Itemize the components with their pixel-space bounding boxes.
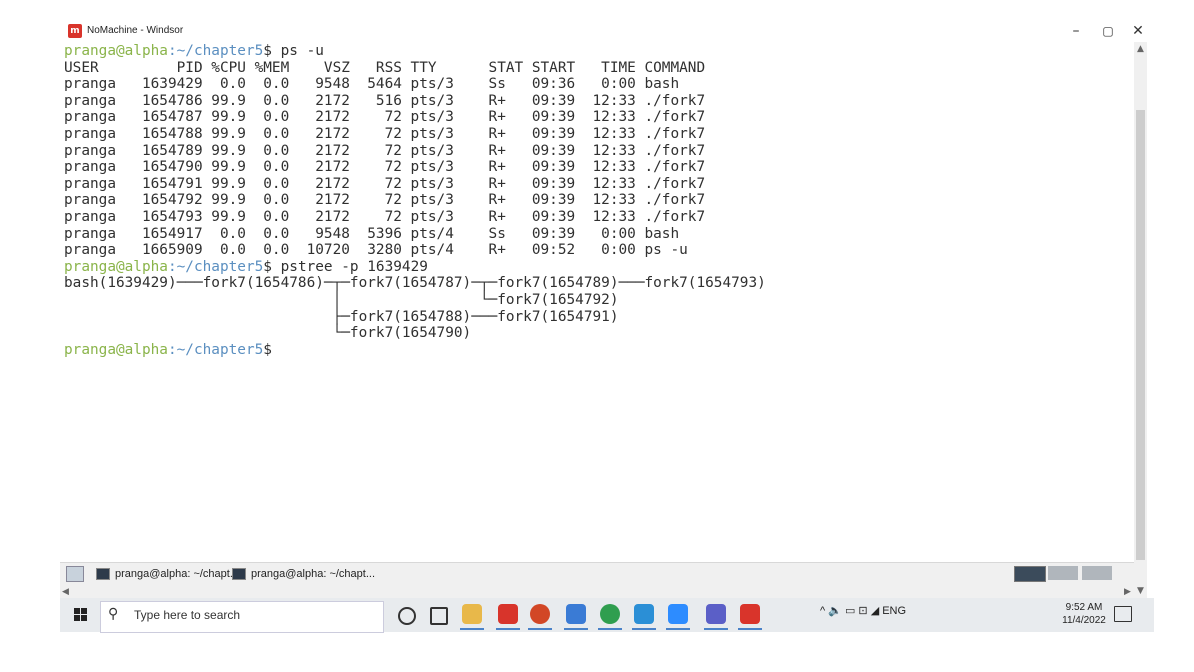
file-explorer-icon[interactable] <box>462 604 482 624</box>
ps-row: pranga 1654790 99.9 0.0 2172 72 pts/3 R+… <box>64 159 706 176</box>
cortana-icon[interactable] <box>398 607 416 625</box>
running-indicator <box>598 628 622 630</box>
prompt-user: pranga@alpha <box>64 258 168 275</box>
pstree-line: └─fork7(1654790) <box>64 325 472 342</box>
pstree-line: │ └─fork7(1654792) <box>64 291 619 308</box>
minimize-button[interactable]: – <box>1060 20 1092 42</box>
task-item-label: pranga@alpha: ~/chapt... <box>115 568 240 580</box>
scroll-up-icon[interactable]: ▲ <box>1137 44 1144 54</box>
prompt-symbol: $ <box>263 341 272 358</box>
ps-row: pranga 1654793 99.9 0.0 2172 72 pts/3 R+… <box>64 208 706 225</box>
running-indicator <box>564 628 588 630</box>
task-item-label: pranga@alpha: ~/chapt... <box>251 568 376 580</box>
ps-row: pranga 1654786 99.9 0.0 2172 516 pts/3 R… <box>64 92 706 109</box>
clock-time[interactable]: 9:52 AM <box>1062 602 1106 613</box>
prompt-symbol: $ <box>263 258 272 275</box>
ps-row: pranga 1654917 0.0 0.0 9548 5396 pts/4 S… <box>64 225 680 242</box>
start-button[interactable] <box>66 603 96 627</box>
scroll-right-icon[interactable]: ▶ <box>1124 587 1131 597</box>
terminal-window[interactable]: pranga@alpha:~/chapter5$ ps -u USER PID … <box>60 42 1134 562</box>
running-indicator <box>528 628 552 630</box>
task-view-icon[interactable] <box>430 607 448 625</box>
show-desktop-icon[interactable] <box>66 566 84 582</box>
horizontal-scrollbar[interactable] <box>60 586 1134 598</box>
notepad-icon[interactable] <box>566 604 586 624</box>
nomachine-app-icon: m <box>68 24 82 38</box>
zoom-icon[interactable] <box>668 604 688 624</box>
clock-date[interactable]: 11/4/2022 <box>1062 615 1106 626</box>
running-indicator <box>632 628 656 630</box>
search-icon: ⚲ <box>108 606 119 622</box>
window-title-bar[interactable] <box>60 20 1154 44</box>
system-tray[interactable]: ^ 🔈 ▭ ⊡ ◢ ENG <box>820 604 906 617</box>
powerpoint-icon[interactable] <box>530 604 550 624</box>
task-item-terminal-2[interactable]: pranga@alpha: ~/chapt... <box>232 566 375 582</box>
prompt-path: :~/chapter5 <box>167 258 264 275</box>
ps-row: pranga 1654791 99.9 0.0 2172 72 pts/3 R+… <box>64 175 706 192</box>
search-placeholder: Type here to search <box>134 608 241 622</box>
notification-center-icon[interactable] <box>1114 606 1132 622</box>
prompt-user: pranga@alpha <box>64 341 168 358</box>
prompt-user: pranga@alpha <box>64 43 168 59</box>
ps-row: pranga 1639429 0.0 0.0 9548 5464 pts/3 S… <box>64 76 680 93</box>
ps-row: pranga 1654788 99.9 0.0 2172 72 pts/3 R+… <box>64 125 706 142</box>
scroll-left-icon[interactable]: ◀ <box>62 587 69 597</box>
terminal-output: pranga@alpha:~/chapter5$ ps -u USER PID … <box>64 43 766 358</box>
running-indicator <box>704 628 728 630</box>
close-button[interactable]: ✕ <box>1122 20 1154 42</box>
running-indicator <box>738 628 762 630</box>
edge-icon[interactable] <box>634 604 654 624</box>
pstree-line: bash(1639429)───fork7(1654786)─┬─fork7(1… <box>64 275 766 292</box>
pstree-line: ├─fork7(1654788)───fork7(1654791) <box>64 308 619 325</box>
task-item-terminal-1[interactable]: pranga@alpha: ~/chapt... <box>96 566 239 582</box>
acrobat-icon[interactable] <box>498 604 518 624</box>
maximize-button[interactable]: ▢ <box>1092 20 1124 42</box>
running-indicator <box>666 628 690 630</box>
workspace-pager[interactable] <box>1014 566 1046 582</box>
terminal-icon <box>232 568 246 581</box>
ps-row: pranga 1665909 0.0 0.0 10720 3280 pts/4 … <box>64 242 688 259</box>
ps-header: USER PID %CPU %MEM VSZ RSS TTY STAT STAR… <box>64 59 706 76</box>
prompt-path: :~/chapter5 <box>167 341 264 358</box>
window-title: NoMachine - Windsor <box>87 25 184 36</box>
ps-row: pranga 1654789 99.9 0.0 2172 72 pts/3 R+… <box>64 142 706 159</box>
scroll-down-icon[interactable]: ▼ <box>1137 586 1144 596</box>
terminal-icon <box>96 568 110 581</box>
running-indicator <box>460 628 484 630</box>
workspace-pager-2[interactable] <box>1048 566 1078 580</box>
windows-icon <box>74 608 87 621</box>
workspace-pager-3[interactable] <box>1082 566 1112 580</box>
chrome-icon[interactable] <box>600 604 620 624</box>
prompt-symbol: $ <box>263 43 272 59</box>
running-indicator <box>496 628 520 630</box>
nomachine-icon[interactable] <box>740 604 760 624</box>
teams-icon[interactable] <box>706 604 726 624</box>
prompt-path: :~/chapter5 <box>167 43 264 59</box>
command-line: ps -u <box>271 43 324 59</box>
scrollbar-thumb[interactable] <box>1136 110 1145 560</box>
ps-row: pranga 1654787 99.9 0.0 2172 72 pts/3 R+… <box>64 109 706 126</box>
ps-row: pranga 1654792 99.9 0.0 2172 72 pts/3 R+… <box>64 192 706 209</box>
command-line: pstree -p 1639429 <box>271 258 428 275</box>
